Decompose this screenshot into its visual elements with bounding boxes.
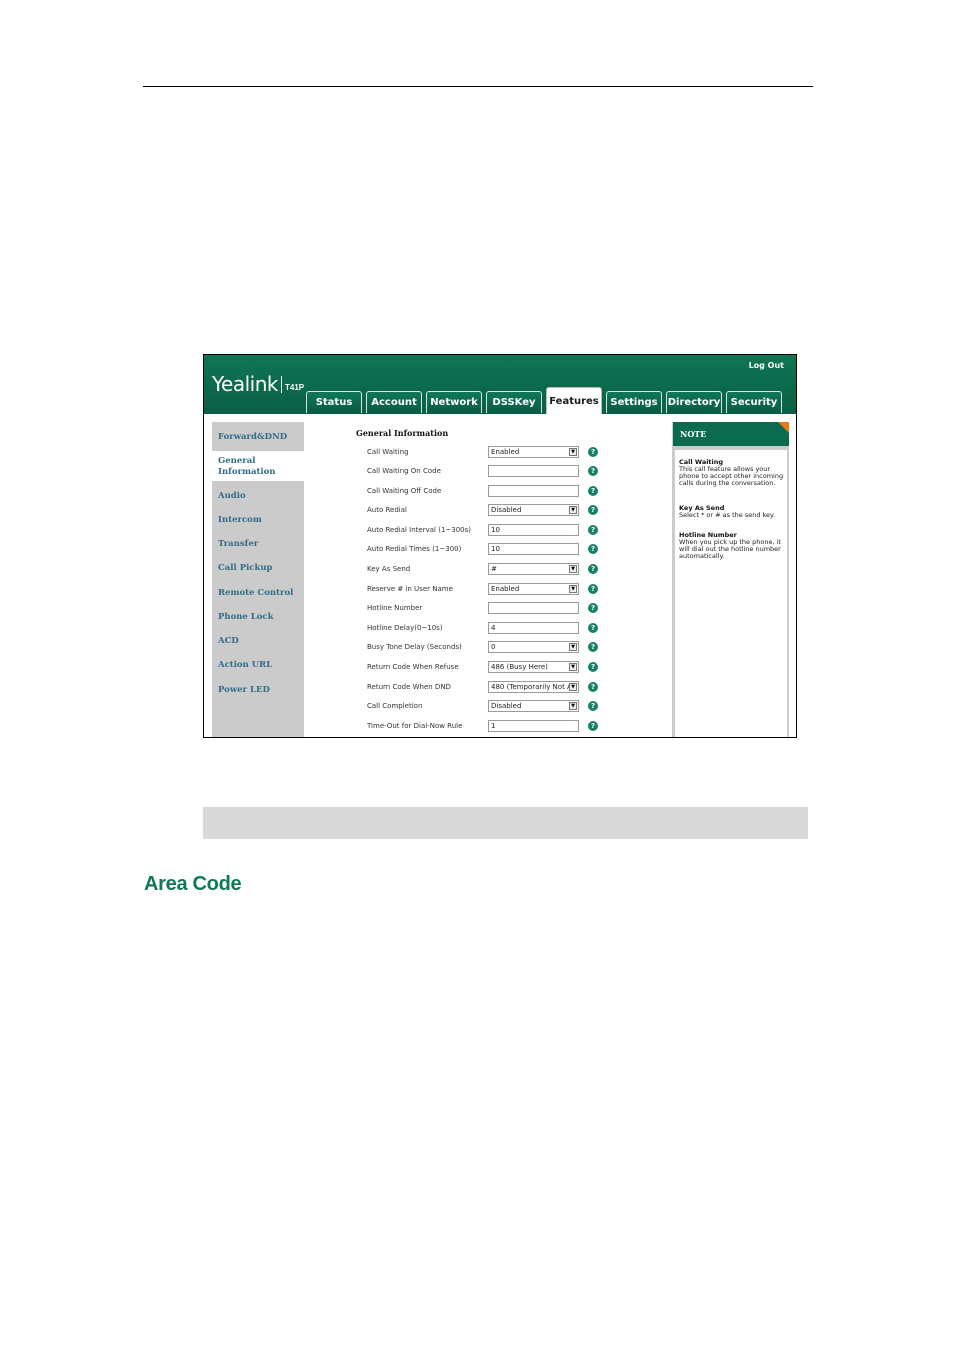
tab-directory[interactable]: Directory — [666, 391, 722, 413]
note-body — [675, 450, 787, 737]
help-icon[interactable]: ? — [588, 525, 598, 535]
dropdown-arrow-icon: ▼ — [569, 585, 577, 593]
return-code-dnd-select[interactable]: 480 (Temporarily Not A ▼ — [488, 681, 579, 693]
hotline-number-input[interactable] — [488, 602, 579, 614]
tab-features[interactable]: Features — [546, 387, 602, 414]
note-text-hotline-number: When you pick up the phone, it will dial… — [679, 538, 781, 560]
busy-tone-delay-label: Busy Tone Delay (Seconds) — [367, 643, 462, 651]
note-title: NOTE — [680, 429, 707, 439]
call-waiting-on-code-label: Call Waiting On Code — [367, 467, 441, 475]
tab-dsskey[interactable]: DSSKey — [486, 391, 542, 413]
reserve-hash-select[interactable]: Enabled ▼ — [488, 583, 579, 595]
dropdown-arrow-icon: ▼ — [569, 643, 577, 651]
help-icon[interactable]: ? — [588, 486, 598, 496]
help-icon[interactable]: ? — [588, 701, 598, 711]
sidebar-item-forward-dnd[interactable]: Forward&DND — [218, 432, 287, 443]
yealink-logo: Yealink T41P — [212, 373, 304, 395]
call-waiting-on-code-input[interactable] — [488, 465, 579, 477]
busy-tone-delay-select[interactable]: 0 ▼ — [488, 641, 579, 653]
hotline-number-label: Hotline Number — [367, 604, 423, 612]
auto-redial-label: Auto Redial — [367, 506, 407, 514]
dropdown-arrow-icon: ▼ — [569, 663, 577, 671]
web-ui-screenshot: Yealink T41P Log Out Status Account Netw… — [203, 354, 797, 738]
sidebar-item-call-pickup[interactable]: Call Pickup — [218, 563, 273, 574]
hotline-delay-label: Hotline Delay(0~10s) — [367, 624, 443, 632]
help-icon[interactable]: ? — [588, 623, 598, 633]
note-text-key-as-send: Select * or # as the send key. — [679, 511, 776, 519]
sidebar-item-action-url[interactable]: Action URL — [218, 660, 272, 671]
call-completion-label: Call Completion — [367, 702, 423, 710]
note-text-call-waiting: This call feature allows your phone to a… — [679, 465, 784, 487]
logo-divider — [281, 376, 282, 393]
reserve-hash-label: Reserve # in User Name — [367, 585, 453, 593]
help-icon[interactable]: ? — [588, 544, 598, 554]
call-waiting-select[interactable]: Enabled ▼ — [488, 446, 579, 458]
auto-redial-times-label: Auto Redial Times (1~300) — [367, 545, 462, 553]
return-code-refuse-select[interactable]: 486 (Busy Here) ▼ — [488, 661, 579, 673]
note-corner-marker — [778, 422, 789, 433]
sidebar-item-intercom[interactable]: Intercom — [218, 515, 262, 526]
tab-settings[interactable]: Settings — [606, 391, 662, 413]
help-icon[interactable]: ? — [588, 662, 598, 672]
dropdown-arrow-icon: ▼ — [569, 565, 577, 573]
sidebar-item-transfer[interactable]: Transfer — [218, 539, 258, 550]
note-bar — [203, 807, 808, 839]
call-waiting-off-code-input[interactable] — [488, 485, 579, 497]
sidebar-item-acd[interactable]: ACD — [218, 636, 239, 647]
form-section-title: General Information — [356, 428, 449, 438]
dropdown-arrow-icon: ▼ — [569, 506, 577, 514]
help-icon[interactable]: ? — [588, 642, 598, 652]
tab-security[interactable]: Security — [726, 391, 782, 413]
help-icon[interactable]: ? — [588, 721, 598, 731]
tab-account[interactable]: Account — [366, 391, 422, 413]
call-waiting-label: Call Waiting — [367, 448, 409, 456]
dropdown-arrow-icon: ▼ — [569, 702, 577, 710]
hotline-delay-input[interactable]: 4 — [488, 622, 579, 634]
dropdown-arrow-icon: ▼ — [569, 683, 577, 691]
help-icon[interactable]: ? — [588, 564, 598, 574]
page-header-rule — [143, 86, 813, 87]
dropdown-arrow-icon: ▼ — [569, 448, 577, 456]
logo-text: Yealink — [212, 372, 279, 396]
sidebar-item-remote-control[interactable]: Remote Control — [218, 588, 293, 599]
auto-redial-select[interactable]: Disabled ▼ — [488, 504, 579, 516]
dial-now-timeout-label: Time-Out for Dial-Now Rule — [367, 722, 463, 730]
tab-status[interactable]: Status — [306, 391, 362, 413]
auto-redial-interval-input[interactable]: 10 — [488, 524, 579, 536]
tab-network[interactable]: Network — [426, 391, 482, 413]
sidebar-item-audio[interactable]: Audio — [218, 491, 246, 502]
auto-redial-interval-label: Auto Redial Interval (1~300s) — [367, 526, 472, 534]
call-waiting-off-code-label: Call Waiting Off Code — [367, 487, 442, 495]
key-as-send-select[interactable]: # ▼ — [488, 563, 579, 575]
return-code-refuse-label: Return Code When Refuse — [367, 663, 459, 671]
call-completion-select[interactable]: Disabled ▼ — [488, 700, 579, 712]
help-icon[interactable]: ? — [588, 584, 598, 594]
help-icon[interactable]: ? — [588, 682, 598, 692]
section-heading-area-code: Area Code — [144, 873, 242, 895]
return-code-dnd-label: Return Code When DND — [367, 683, 451, 691]
help-icon[interactable]: ? — [588, 466, 598, 476]
key-as-send-label: Key As Send — [367, 565, 411, 573]
help-icon[interactable]: ? — [588, 505, 598, 515]
auto-redial-times-input[interactable]: 10 — [488, 543, 579, 555]
help-icon[interactable]: ? — [588, 603, 598, 613]
logout-link[interactable]: Log Out — [749, 361, 784, 370]
sidebar-item-general-information[interactable]: General Information — [218, 456, 278, 478]
model-label: T41P — [285, 383, 305, 392]
top-navigation-bar: Yealink T41P Log Out Status Account Netw… — [204, 355, 796, 414]
sidebar-item-phone-lock[interactable]: Phone Lock — [218, 612, 274, 623]
dial-now-timeout-input[interactable]: 1 — [488, 720, 579, 732]
sidebar-item-power-led[interactable]: Power LED — [218, 685, 270, 696]
help-icon[interactable]: ? — [588, 447, 598, 457]
